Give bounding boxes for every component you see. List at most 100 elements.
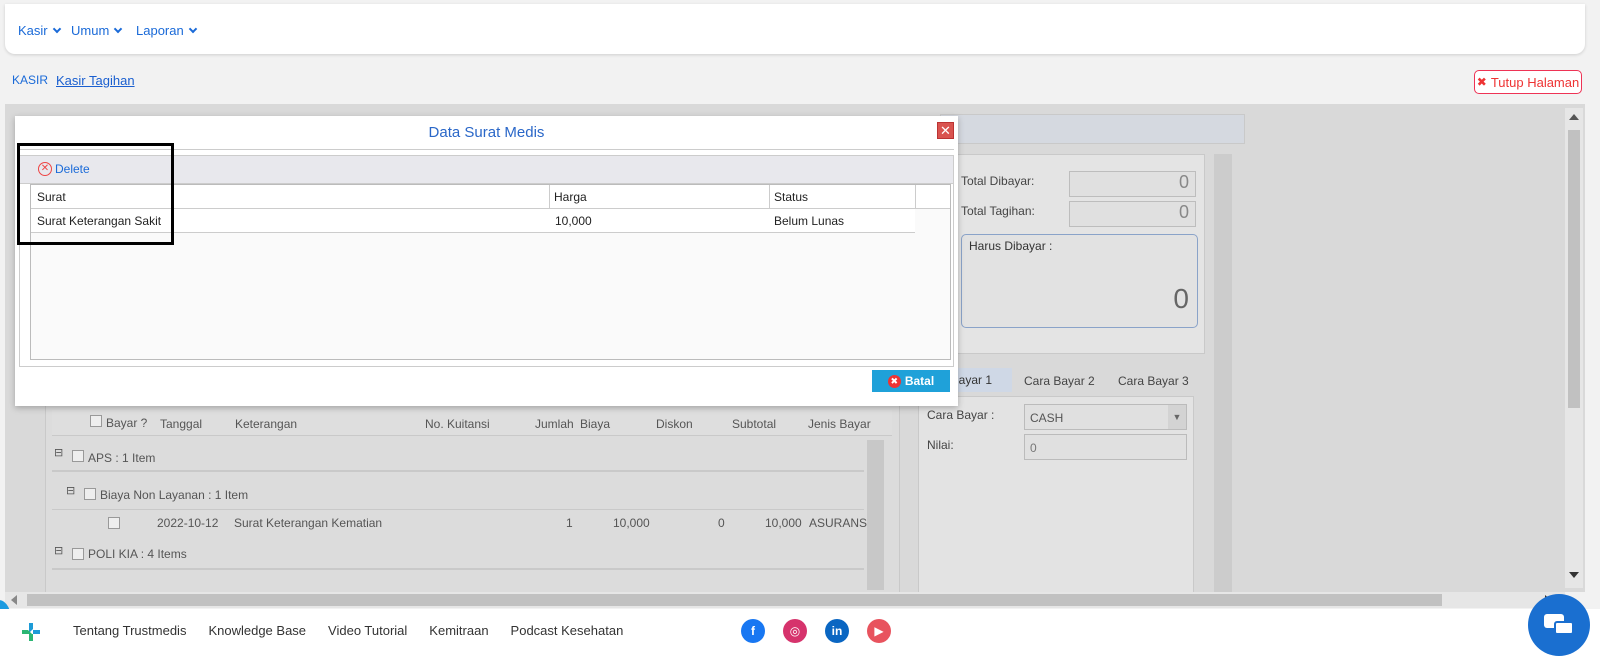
harus-dibayar-box: Harus Dibayar : 0 xyxy=(961,234,1198,328)
youtube-glyph: ▶ xyxy=(874,624,884,638)
panel-scrollbar[interactable] xyxy=(1214,154,1232,592)
tab-cara-bayar-2[interactable]: Cara Bayar 2 xyxy=(1024,374,1095,388)
cara-bayar-select[interactable]: CASH ▼ xyxy=(1024,404,1187,430)
total-dibayar-label: Total Dibayar: xyxy=(961,174,1035,188)
footer-link-kemitraan[interactable]: Kemitraan xyxy=(429,623,488,638)
row-jumlah: 1 xyxy=(566,516,573,530)
harus-dibayar-label: Harus Dibayar : xyxy=(969,239,1053,253)
col-jumlah: Jumlah xyxy=(535,417,574,431)
collapse-icon[interactable]: ⊟ xyxy=(54,446,63,459)
cancel-icon: ✖ xyxy=(887,374,901,388)
modal-close-button[interactable]: ✕ xyxy=(937,122,954,139)
menu-laporan[interactable]: Laporan xyxy=(136,23,197,38)
menu-kasir-label: Kasir xyxy=(18,23,48,38)
scroll-left-icon[interactable] xyxy=(11,595,17,605)
row-subtotal: 10,000 xyxy=(765,516,802,530)
chevron-down-icon xyxy=(188,24,197,33)
row-diskon: 0 xyxy=(718,516,725,530)
tab-cara-bayar-3[interactable]: Cara Bayar 3 xyxy=(1118,374,1189,388)
breadcrumb-current-tab[interactable]: Kasir Tagihan xyxy=(56,73,135,88)
group-row-non-layanan[interactable]: ⊟ Biaya Non Layanan : 1 Item xyxy=(52,480,864,510)
page-vertical-scrollbar[interactable] xyxy=(1565,108,1583,588)
chevron-down-icon: ▼ xyxy=(1168,405,1186,429)
col-diskon: Diskon xyxy=(656,417,693,431)
select-all-checkbox[interactable] xyxy=(90,415,102,427)
linkedin-icon[interactable]: in xyxy=(825,619,849,643)
row-jenis-bayar: ASURANSI xyxy=(809,516,871,530)
cara-bayar-label: Cara Bayar : xyxy=(927,408,995,422)
trustmedis-logo-icon xyxy=(22,623,40,641)
col-harga: Harga xyxy=(554,190,587,204)
column-divider xyxy=(915,185,916,209)
group-row-poli-kia[interactable]: ⊟ POLI KIA : 4 Items xyxy=(52,540,864,570)
nilai-label: Nilai: xyxy=(927,438,954,452)
row-tanggal: 2022-10-12 xyxy=(157,516,219,530)
chevron-down-icon xyxy=(52,24,61,33)
instagram-icon[interactable]: ◎ xyxy=(783,619,807,643)
nilai-field[interactable]: 0 xyxy=(1024,434,1187,460)
scroll-thumb[interactable] xyxy=(1568,130,1580,408)
annotation-highlight-box xyxy=(17,143,174,245)
grid-scrollbar[interactable] xyxy=(867,440,884,590)
youtube-icon[interactable]: ▶ xyxy=(867,619,891,643)
tutup-halaman-label: Tutup Halaman xyxy=(1490,74,1580,90)
col-no-kuitansi: No. Kuitansi xyxy=(425,417,490,431)
modal-title: Data Surat Medis xyxy=(428,124,545,141)
facebook-icon[interactable]: f xyxy=(741,619,765,643)
cara-bayar-value: CASH xyxy=(1030,411,1064,425)
group-checkbox[interactable] xyxy=(72,548,84,560)
page-horizontal-scrollbar[interactable] xyxy=(5,592,1565,608)
col-tanggal: Tanggal xyxy=(160,417,203,431)
tagihan-grid-body: Bayar ? Tanggal Keterangan No. Kuitansi … xyxy=(52,410,892,590)
chevron-down-icon xyxy=(114,24,123,33)
grid-header: Bayar ? Tanggal Keterangan No. Kuitansi … xyxy=(52,410,892,436)
nilai-value: 0 xyxy=(1030,441,1037,455)
breadcrumb-root[interactable]: KASIR xyxy=(12,73,48,88)
collapse-icon[interactable]: ⊟ xyxy=(54,544,63,557)
footer-links: Tentang Trustmedis Knowledge Base Video … xyxy=(73,623,623,638)
footer-link-tentang[interactable]: Tentang Trustmedis xyxy=(73,623,186,638)
row-biaya: 10,000 xyxy=(613,516,650,530)
menu-laporan-label: Laporan xyxy=(136,23,184,38)
top-navbar: Kasir Umum Laporan xyxy=(5,4,1585,54)
col-keterangan: Keterangan xyxy=(235,417,298,431)
chat-button[interactable] xyxy=(1528,594,1590,656)
group-checkbox[interactable] xyxy=(72,450,84,462)
table-row[interactable]: 2022-10-12 Surat Keterangan Kematian 1 1… xyxy=(52,510,870,534)
scroll-up-icon[interactable] xyxy=(1569,114,1579,120)
collapse-icon[interactable]: ⊟ xyxy=(66,484,75,497)
batal-button[interactable]: ✖ Batal xyxy=(872,370,950,392)
col-subtotal: Subtotal xyxy=(732,417,777,431)
menu-umum-label: Umum xyxy=(71,23,110,38)
menu-kasir[interactable]: Kasir xyxy=(18,23,61,38)
scroll-down-icon[interactable] xyxy=(1569,572,1579,578)
row-harga: 10,000 xyxy=(555,214,592,228)
footer-link-knowledge-base[interactable]: Knowledge Base xyxy=(208,623,306,638)
chat-bubble-icon xyxy=(1554,621,1574,635)
row-checkbox[interactable] xyxy=(108,517,120,529)
scroll-thumb[interactable] xyxy=(27,594,1442,606)
group-checkbox[interactable] xyxy=(84,488,96,500)
group-poli-label: POLI KIA : 4 Items xyxy=(88,547,187,561)
footer-link-video-tutorial[interactable]: Video Tutorial xyxy=(328,623,407,638)
column-divider xyxy=(769,185,770,209)
breadcrumb: KASIR Kasir Tagihan xyxy=(12,73,135,88)
col-bayar: Bayar ? xyxy=(106,416,148,430)
col-status: Status xyxy=(774,190,809,204)
panel-header xyxy=(940,114,1245,144)
col-biaya: Biaya xyxy=(580,417,611,431)
total-tagihan-field[interactable]: 0 xyxy=(1069,201,1196,227)
menu-umum[interactable]: Umum xyxy=(71,23,123,38)
footer: Tentang Trustmedis Knowledge Base Video … xyxy=(0,609,1600,667)
row-keterangan: Surat Keterangan Kematian xyxy=(234,516,383,530)
tutup-halaman-button[interactable]: ✖ Tutup Halaman xyxy=(1474,70,1582,94)
instagram-glyph: ◎ xyxy=(789,624,801,638)
row-status: Belum Lunas xyxy=(774,214,845,228)
col-jenis-bayar: Jenis Bayar xyxy=(808,417,871,431)
batal-label: Batal xyxy=(904,374,935,388)
group-row-aps[interactable]: ⊟ APS : 1 Item xyxy=(52,440,864,472)
total-tagihan-label: Total Tagihan: xyxy=(961,204,1035,218)
close-icon: ✕ xyxy=(940,122,951,138)
footer-link-podcast[interactable]: Podcast Kesehatan xyxy=(511,623,624,638)
total-dibayar-field[interactable]: 0 xyxy=(1069,171,1196,197)
